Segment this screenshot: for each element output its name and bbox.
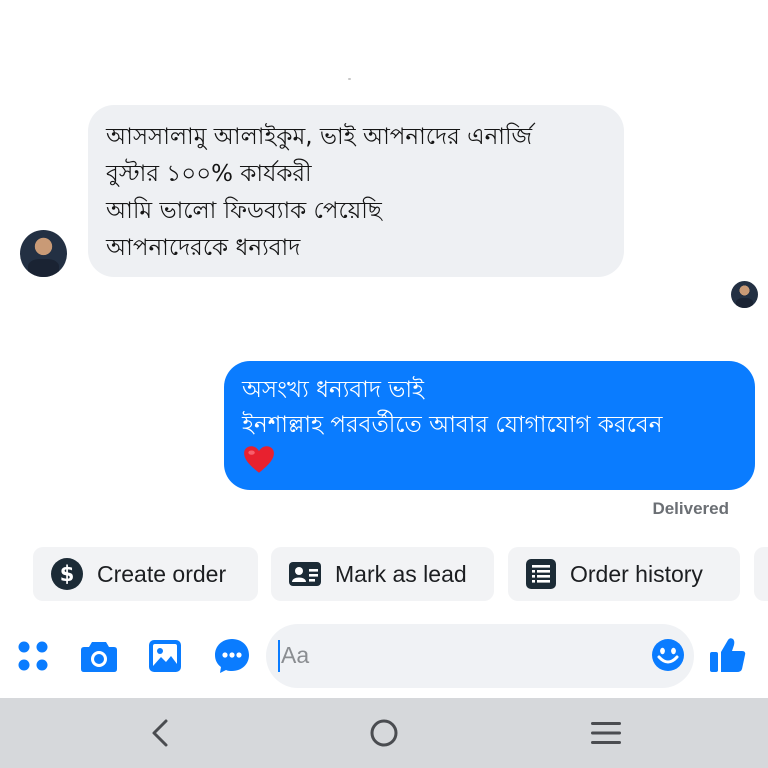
outgoing-line: ইনশাল্লাহ পরবর্তীতে আবার যোগাযোগ করবেন [242,412,663,438]
order-history-label: Order history [570,560,703,587]
svg-text:$: $ [60,562,75,586]
incoming-line: বুস্টার ১০০% কার্যকরী [106,161,312,187]
top-divider-dot [348,78,351,80]
receipt-list-icon [526,559,556,589]
seen-by-avatar [731,281,758,308]
image-icon[interactable] [148,639,182,673]
outgoing-line: অসংখ্য ধন্যবাদ ভাই [242,377,425,403]
order-history-button[interactable]: Order history [508,547,740,601]
red-heart-icon [244,446,274,473]
emoji-icon[interactable] [651,638,685,672]
more-actions-button[interactable] [754,547,768,601]
incoming-line: আমি ভালো ফিডব্যাক পেয়েছি [106,198,382,224]
mark-as-lead-button[interactable]: Mark as lead [271,547,494,601]
text-cursor [278,640,280,672]
delivery-status: Delivered [652,499,729,518]
message-input[interactable] [266,624,694,688]
chat-icon[interactable] [214,638,250,674]
camera-icon[interactable] [80,639,118,673]
message-placeholder: Aa [281,642,310,668]
apps-icon[interactable] [17,640,49,672]
create-order-button[interactable]: $ Create order [33,547,258,601]
outgoing-message-bubble[interactable]: অসংখ্য ধন্যবাদ ভাই ইনশাল্লাহ পরবর্তীতে আ… [224,361,755,490]
sender-avatar[interactable] [20,230,67,277]
recents-icon[interactable] [590,720,622,746]
system-navigation-bar [0,698,768,768]
home-icon[interactable] [369,718,399,748]
incoming-line: আসসালামু আলাইকুম, ভাই আপনাদের এনার্জি [106,124,533,150]
contact-card-icon [289,562,321,586]
back-icon[interactable] [148,718,172,748]
thumbs-up-icon[interactable] [709,636,747,674]
incoming-message-bubble[interactable]: আসসালামু আলাইকুম, ভাই আপনাদের এনার্জি বু… [88,105,624,277]
dollar-circle-icon: $ [51,558,83,590]
mark-as-lead-label: Mark as lead [335,560,467,587]
create-order-label: Create order [97,560,227,587]
incoming-line: আপনাদেরকে ধন্যবাদ [106,235,301,261]
